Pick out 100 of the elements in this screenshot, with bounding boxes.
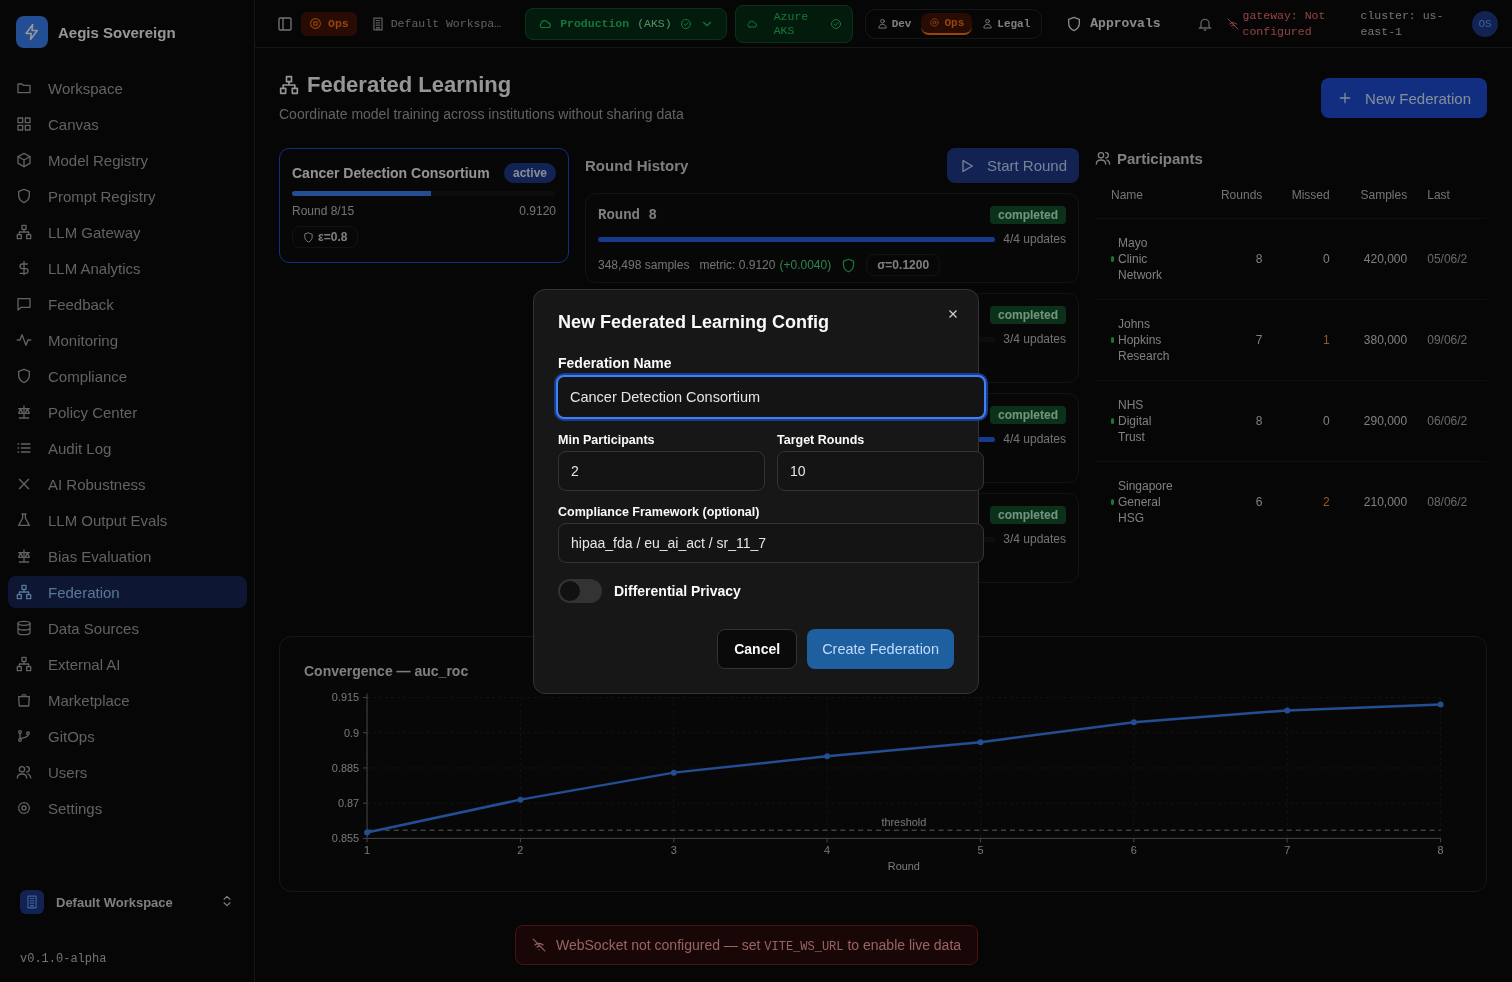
cross-icon <box>16 476 32 492</box>
table-cell: 7 <box>1201 299 1273 381</box>
role-tab[interactable]: Legal <box>974 12 1039 35</box>
table-cell: 380,000 <box>1339 299 1418 381</box>
input-field[interactable]: Cancer Detection Consortium <box>556 374 986 419</box>
field-label: Compliance Framework (optional) <box>558 504 761 519</box>
axis-tick-label: 0.87 <box>337 797 360 810</box>
sidebar-item[interactable]: GitOps <box>8 720 247 752</box>
cluster-label: cluster: us-east-1 <box>1360 7 1445 40</box>
table-cell: 0 <box>1272 218 1340 300</box>
field-label: Target Rounds <box>777 432 866 447</box>
axis-tick-label: 0.9 <box>343 726 360 739</box>
data-point <box>670 769 677 776</box>
section-title: Participants <box>1117 149 1203 167</box>
axis-tick-label: 0.885 <box>331 761 360 774</box>
axis-title: Round <box>887 860 920 873</box>
sidebar-item[interactable]: Audit Log <box>8 432 247 464</box>
table-cell: 8 <box>1201 380 1273 462</box>
approvals-button[interactable]: Approvals <box>1066 15 1161 32</box>
sidebar-item[interactable]: Feedback <box>8 288 247 320</box>
grid-icon <box>16 116 32 132</box>
sidebar-item[interactable]: Prompt Registry <box>8 180 247 212</box>
shield-check-icon <box>841 257 857 273</box>
sidebar-item[interactable]: Federation <box>8 576 247 608</box>
update-count: 3/4 updates <box>1003 532 1066 546</box>
sidebar-item[interactable]: Users <box>8 756 247 788</box>
role-tab[interactable]: Ops <box>921 12 973 35</box>
participant-name: NHS Digital Trust <box>1118 397 1153 445</box>
sidebar-item[interactable]: Policy Center <box>8 396 247 428</box>
sidebar-item[interactable]: LLM Output Evals <box>8 504 247 536</box>
table-cell: 05/06/2 <box>1417 218 1486 300</box>
toggle-label: Differential Privacy <box>614 582 741 599</box>
sidebar-item[interactable]: Monitoring <box>8 324 247 356</box>
check-circle-icon <box>829 17 842 30</box>
field-label: Min Participants <box>558 432 656 447</box>
users-icon <box>1095 150 1111 166</box>
table-cell: 6 <box>1201 461 1273 542</box>
column-header: Samples <box>1339 188 1418 219</box>
sidebar-item[interactable]: External AI <box>8 648 247 680</box>
table-cell: 1 <box>1272 299 1340 381</box>
bag-icon <box>16 692 32 708</box>
sidebar-item[interactable]: Marketplace <box>8 684 247 716</box>
sidebar-item[interactable]: Settings <box>8 792 247 824</box>
axis-tick-label: 5 <box>977 844 984 857</box>
person-icon <box>876 18 888 29</box>
sidebar-item[interactable]: Model Registry <box>8 144 247 176</box>
round-title: Round 8 <box>598 207 657 223</box>
role-tab[interactable]: Dev <box>868 12 920 35</box>
data-point <box>1437 701 1444 708</box>
sidebar-item[interactable]: Compliance <box>8 360 247 392</box>
shield-icon <box>1066 15 1083 32</box>
cluster-selector[interactable]: Production (AKS) <box>525 7 727 40</box>
column-header: Name <box>1095 188 1201 219</box>
noise-badge: σ=0.1200 <box>866 254 941 276</box>
network-icon <box>16 224 32 240</box>
axis-tick-label: 3 <box>670 844 677 857</box>
table-cell: 210,000 <box>1339 461 1418 542</box>
sidebar-item[interactable]: AI Robustness <box>8 468 247 500</box>
environment-badge[interactable]: Ops <box>301 11 357 36</box>
axis-tick-label: 2 <box>517 844 524 857</box>
building-icon <box>25 895 39 909</box>
building-icon <box>370 16 385 31</box>
scale-icon <box>16 548 32 564</box>
sample-count: 348,498 samples <box>598 258 690 272</box>
axis-tick-label: 0.855 <box>331 832 360 845</box>
shield-icon <box>16 368 32 384</box>
network-icon <box>16 656 32 672</box>
page-title: Federated Learning <box>307 72 512 98</box>
users-icon <box>16 764 32 780</box>
axis-tick-label: 0.915 <box>331 691 360 704</box>
input-field[interactable]: 10 <box>777 450 984 491</box>
metric-value: 0.9120 <box>519 204 556 218</box>
input-field[interactable]: hipaa_fda / eu_ai_act / sr_11_7 <box>558 522 984 563</box>
table-cell: 2 <box>1272 461 1340 542</box>
column-header: Missed <box>1272 188 1340 219</box>
toggle-switch[interactable] <box>558 578 602 603</box>
provider-badge[interactable]: Azure AKS <box>734 4 853 43</box>
check-circle-icon <box>679 17 692 30</box>
sidebar-item[interactable]: Data Sources <box>8 612 247 644</box>
input-field[interactable]: 2 <box>558 450 765 491</box>
sidebar-item[interactable]: Workspace <box>8 72 247 104</box>
cancel-button[interactable]: Cancel <box>717 628 798 669</box>
shield-icon <box>16 188 32 204</box>
metric-delta: (+0.0040) <box>779 258 832 272</box>
sidebar-item[interactable]: Canvas <box>8 108 247 140</box>
dollar-icon <box>16 260 32 276</box>
table-cell: 06/06/2 <box>1417 380 1486 462</box>
create-button[interactable]: Create Federation <box>807 628 954 669</box>
federation-card[interactable]: Cancer Detection Consortium active Round 8/15 0.9120 ε=0.8 <box>279 148 569 263</box>
sidebar-item[interactable]: LLM Analytics <box>8 252 247 284</box>
table-cell: 09/06/2 <box>1417 299 1486 381</box>
new-federation-button[interactable]: New Federation <box>1321 78 1487 118</box>
dialog-title: New Federated Learning Config <box>558 311 830 333</box>
sidebar-item[interactable]: LLM Gateway <box>8 216 247 248</box>
workspace-switcher[interactable]: Default Workspace <box>16 882 238 922</box>
sidebar-toggle-icon[interactable] <box>277 15 293 32</box>
user-avatar[interactable]: OS <box>1472 10 1498 37</box>
start-round-button[interactable]: Start Round <box>946 148 1079 183</box>
sidebar-item[interactable]: Bias Evaluation <box>8 540 247 572</box>
workspace-selector[interactable]: Default Workspa… <box>364 9 508 38</box>
